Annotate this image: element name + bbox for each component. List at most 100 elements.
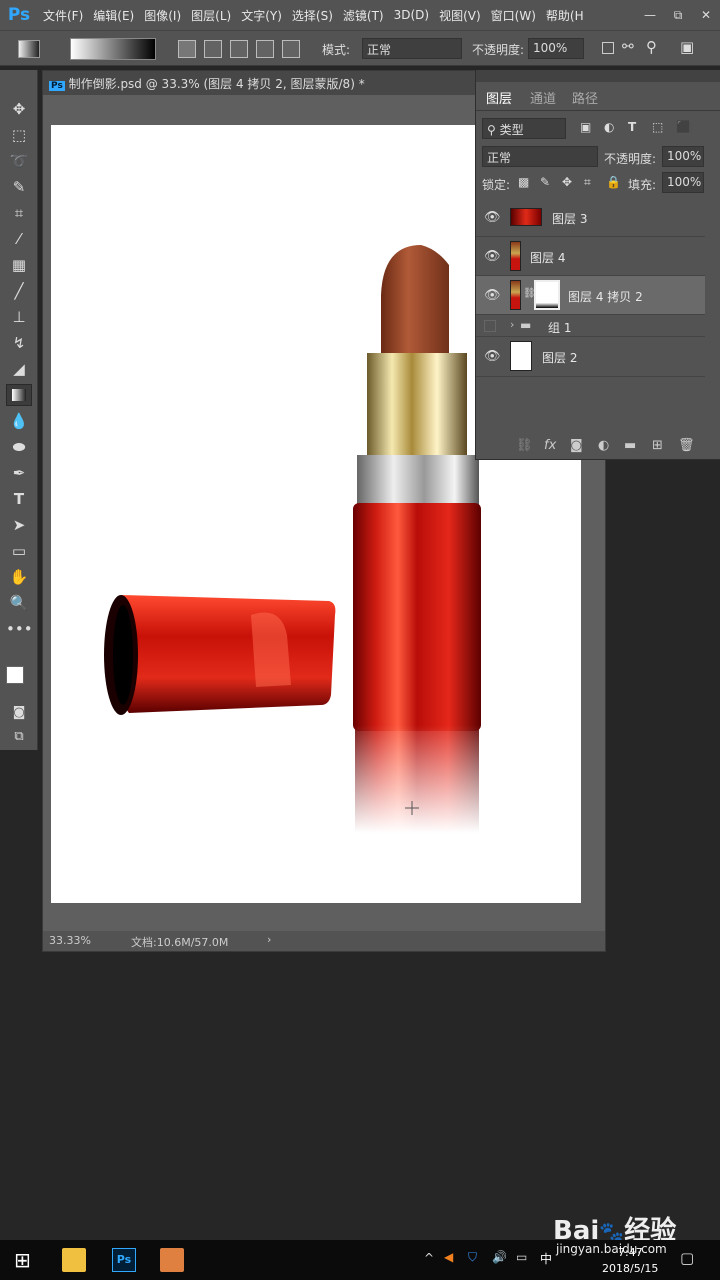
quick-mask-icon[interactable]: ◙	[6, 702, 32, 724]
eye-icon[interactable]: 👁	[484, 288, 501, 303]
menu-image[interactable]: 图像(I)	[139, 7, 186, 24]
angle-gradient-button[interactable]	[230, 40, 248, 58]
gradient-tool-active-icon[interactable]	[6, 384, 32, 406]
app-taskbar-icon[interactable]	[160, 1248, 184, 1272]
brush-tool-icon[interactable]: ╱	[6, 280, 32, 302]
link-icon[interactable]: ⛓	[516, 438, 533, 453]
menu-window[interactable]: 窗口(W)	[486, 7, 541, 24]
menu-type[interactable]: 文字(Y)	[236, 7, 287, 24]
clock-date[interactable]: 2018/5/15	[602, 1262, 658, 1275]
notification-icon[interactable]: ▢	[680, 1249, 694, 1267]
status-menu-arrow[interactable]: ›	[267, 933, 271, 946]
trash-icon[interactable]: 🗑	[678, 438, 695, 453]
linear-gradient-button[interactable]	[178, 40, 196, 58]
filter-shape-icon[interactable]: ⬚	[652, 120, 663, 134]
menu-layer[interactable]: 图层(L)	[186, 7, 236, 24]
minimize-button[interactable]: —	[636, 8, 664, 22]
lock-image-icon[interactable]: ✎	[540, 175, 550, 189]
filter-smart-icon[interactable]: ⬛	[676, 120, 691, 134]
search-icon[interactable]: ⚲	[646, 38, 657, 56]
mask-icon[interactable]: ◙	[570, 438, 583, 453]
adjustment-icon[interactable]: ◐	[598, 438, 609, 453]
workspace-icon[interactable]: ▣	[680, 38, 694, 56]
menu-filter[interactable]: 滤镜(T)	[338, 7, 389, 24]
crop-tool-icon[interactable]: ⌗	[6, 202, 32, 224]
dither-icon[interactable]: ⚯	[622, 39, 634, 55]
eye-icon[interactable]: 👁	[484, 249, 501, 264]
lock-artboard-icon[interactable]: ⌗	[584, 175, 591, 190]
eye-icon[interactable]: 👁	[484, 349, 501, 364]
move-tool-icon[interactable]: ✥	[6, 98, 32, 120]
opacity-input[interactable]: 100%	[528, 38, 584, 59]
expand-chevron-icon[interactable]: ›	[510, 318, 514, 331]
menu-view[interactable]: 视图(V)	[434, 7, 486, 24]
rectangle-tool-icon[interactable]: ▭	[6, 540, 32, 562]
filter-adjust-icon[interactable]: ◐	[604, 120, 614, 134]
dodge-tool-icon[interactable]: ⬬	[6, 436, 32, 458]
windows-start-icon[interactable]: ⊞	[14, 1248, 38, 1272]
lock-all-icon[interactable]: 🔒	[606, 175, 621, 189]
eyedropper-tool-icon[interactable]: ⁄	[6, 228, 32, 250]
layer-row-selected[interactable]: 👁 ⛓ 图层 4 拷贝 2	[476, 276, 705, 315]
fill-input[interactable]: 100%	[662, 172, 704, 193]
layer-row[interactable]: 👁 图层 4	[476, 237, 705, 276]
layer-row[interactable]: 👁 图层 2	[476, 337, 705, 377]
clock-time[interactable]: 7:47	[618, 1246, 643, 1259]
reverse-checkbox[interactable]	[602, 42, 614, 54]
filter-pixel-icon[interactable]: ▣	[580, 120, 591, 134]
diamond-gradient-button[interactable]	[282, 40, 300, 58]
pen-tool-icon[interactable]: ✒	[6, 462, 32, 484]
healing-brush-tool-icon[interactable]: ▦	[6, 254, 32, 276]
menu-3d[interactable]: 3D(D)	[389, 8, 434, 22]
new-layer-icon[interactable]: ⊞	[652, 438, 663, 453]
menu-edit[interactable]: 编辑(E)	[88, 7, 139, 24]
layer-group-row[interactable]: › ▬ 组 1	[476, 315, 705, 337]
eye-icon[interactable]: 👁	[484, 210, 501, 225]
network-icon[interactable]: ▭	[516, 1250, 527, 1264]
screen-mode-icon[interactable]: ⧉	[6, 726, 32, 748]
menu-help[interactable]: 帮助(H	[541, 7, 589, 24]
zoom-level[interactable]: 33.33%	[49, 934, 91, 947]
volume-icon[interactable]: 🔊	[492, 1250, 507, 1264]
fx-icon[interactable]: fx	[544, 438, 556, 453]
folder-icon[interactable]: ▬	[624, 438, 636, 453]
mode-select[interactable]: 正常	[362, 38, 462, 59]
file-explorer-icon[interactable]	[62, 1248, 86, 1272]
reflected-gradient-button[interactable]	[256, 40, 274, 58]
lock-transparent-icon[interactable]: ▩	[518, 175, 529, 189]
restore-button[interactable]: ⧉	[664, 8, 692, 23]
lock-position-icon[interactable]: ✥	[562, 175, 572, 189]
more-tools-icon[interactable]: •••	[6, 618, 33, 640]
tab-paths[interactable]: 路径	[572, 88, 598, 107]
quick-select-tool-icon[interactable]: ✎	[6, 176, 32, 198]
ime-indicator[interactable]: 中	[540, 1250, 552, 1267]
menu-select[interactable]: 选择(S)	[287, 7, 338, 24]
close-button[interactable]: ✕	[692, 8, 720, 22]
layer-row[interactable]: 👁 图层 3	[476, 198, 705, 237]
marquee-tool-icon[interactable]: ⬚	[6, 124, 32, 146]
eraser-tool-icon[interactable]: ◢	[6, 358, 32, 380]
layer-filter-select[interactable]: ⚲ 类型	[482, 118, 566, 139]
zoom-tool-icon[interactable]: 🔍	[6, 592, 32, 614]
tray-app-icon[interactable]: ◀	[444, 1250, 453, 1264]
stamp-tool-icon[interactable]: ⊥	[6, 306, 32, 328]
photoshop-taskbar-icon[interactable]: Ps	[112, 1248, 136, 1272]
document-tab[interactable]: Ps 制作倒影.psd @ 33.3% (图层 4 拷贝 2, 图层蒙版/8) …	[43, 71, 483, 95]
radial-gradient-button[interactable]	[204, 40, 222, 58]
gradient-tool-icon[interactable]	[18, 40, 40, 58]
hand-tool-icon[interactable]: ✋	[6, 566, 32, 588]
tab-layers[interactable]: 图层	[486, 88, 512, 107]
security-shield-icon[interactable]: ⛉	[468, 1250, 477, 1265]
history-brush-tool-icon[interactable]: ↯	[6, 332, 32, 354]
foreground-color-swatch[interactable]	[6, 666, 24, 684]
layer-mask-thumbnail[interactable]	[534, 280, 560, 310]
lasso-tool-icon[interactable]: ➰	[6, 150, 32, 172]
blend-mode-select[interactable]: 正常	[482, 146, 598, 167]
path-select-tool-icon[interactable]: ➤	[6, 514, 32, 536]
menu-file[interactable]: 文件(F)	[38, 7, 88, 24]
blur-tool-icon[interactable]: 💧	[6, 410, 32, 432]
visibility-off-box[interactable]	[484, 320, 496, 332]
filter-type-icon[interactable]: T	[628, 120, 636, 134]
tab-channels[interactable]: 通道	[530, 88, 556, 107]
gradient-picker[interactable]	[70, 38, 156, 60]
